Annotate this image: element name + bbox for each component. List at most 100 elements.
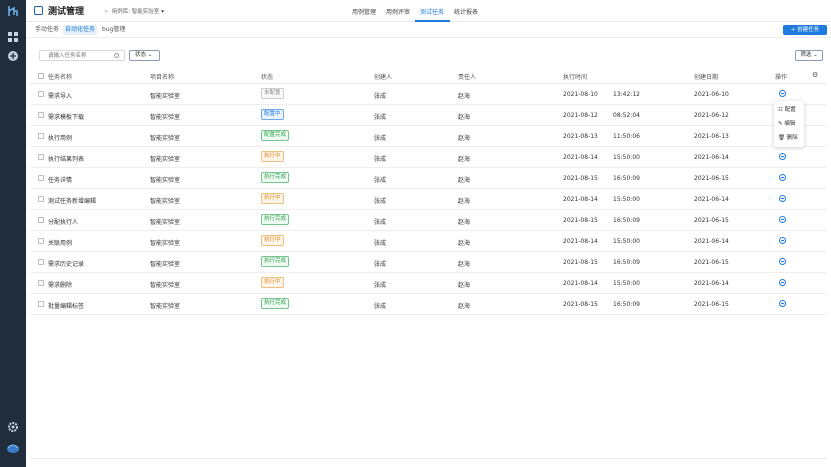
project-name: 智能实验室 (150, 240, 181, 247)
created-date: 2021-06-15 (694, 217, 729, 224)
column-header: 状态 (261, 74, 274, 81)
column-header: 操作 (775, 74, 788, 81)
status-badge: 未配置 (261, 88, 284, 99)
status-badge: 执行中 (261, 277, 284, 288)
owner: 赵海 (458, 135, 471, 142)
tab-statistics[interactable]: 统计报表 (454, 7, 478, 16)
exec-time: 15:50:00 (613, 154, 640, 161)
sub-tab-automation[interactable]: 自动化任务 (63, 25, 98, 35)
status-badge: 执行中 (261, 151, 284, 162)
sub-tab-manual[interactable]: 手动任务 (33, 25, 61, 35)
tab-case-review[interactable]: 用例评审 (386, 7, 410, 16)
exec-date: 2021-08-14 (563, 154, 598, 161)
app-logo-icon[interactable] (6, 4, 20, 18)
menu-item-configure[interactable]: ☷ 配置 (778, 105, 796, 115)
column-settings-gear-icon[interactable]: ⚙ (812, 71, 818, 79)
column-header: 项目名称 (150, 74, 175, 81)
table-row[interactable]: 需求模板下载 智能实验室 张成 赵海 2021-06-12 配置中 2021-08-12 08… (30, 105, 827, 126)
add-circle-icon[interactable] (7, 50, 19, 62)
table-row[interactable]: 关联用例 智能实验室 张成 赵海 2021-06-14 执行中 2021-08-14 15:5… (30, 231, 827, 252)
row-checkbox[interactable] (38, 280, 44, 286)
row-checkbox[interactable] (38, 217, 44, 223)
row-checkbox[interactable] (38, 112, 44, 118)
search-input[interactable] (39, 50, 125, 61)
column-header: 创建人 (374, 74, 393, 81)
tab-case-management[interactable]: 用例管理 (352, 7, 376, 16)
table-row[interactable]: 执行用例 智能实验室 张成 赵海 2021-06-13 配置完成 2021-08-13 11:… (30, 126, 827, 147)
exec-time: 16:50:09 (613, 217, 640, 224)
created-date: 2021-06-15 (694, 175, 729, 182)
more-actions-icon[interactable] (779, 216, 786, 223)
caret-down-icon[interactable]: ▾ (161, 9, 164, 15)
create-task-button[interactable]: + 创建任务 (783, 25, 827, 35)
row-checkbox[interactable] (38, 91, 44, 97)
table-row[interactable]: 执行结果列表 智能实验室 张成 赵海 2021-06-14 执行中 2021-08-14 15… (30, 147, 827, 168)
table-row[interactable]: 分配执行人 智能实验室 张成 赵海 2021-06-15 执行完成 2021-08-15 16… (30, 210, 827, 231)
row-checkbox[interactable] (38, 259, 44, 265)
task-name: 任务详情 (48, 177, 73, 184)
row-checkbox[interactable] (38, 238, 44, 244)
task-name: 需求删除 (48, 282, 73, 289)
table-bottom-divider (30, 458, 827, 459)
status-filter-dropdown[interactable]: 状态 ⌄ (129, 50, 160, 61)
task-name: 执行用例 (48, 135, 73, 142)
more-actions-icon[interactable] (779, 90, 786, 97)
status-badge: 执行中 (261, 235, 284, 246)
top-bar: 测试管理 > 用例库: 智能实验室 ▾ 用例管理 用例评审 测试任务 统计报表 (26, 0, 831, 22)
more-actions-icon[interactable] (779, 195, 786, 202)
creator: 张成 (374, 114, 387, 121)
more-actions-icon[interactable] (779, 153, 786, 160)
avatar[interactable] (6, 442, 20, 454)
more-actions-icon[interactable] (779, 300, 786, 307)
menu-item-label: 编辑 (784, 121, 796, 127)
table-row[interactable]: 需求导入 智能实验室 张成 赵海 2021-06-10 未配置 2021-08-10 13:4… (30, 84, 827, 105)
exec-time: 15:50:00 (613, 238, 640, 245)
filter-button[interactable]: 筛选 ⌄ (795, 50, 823, 61)
breadcrumb-separator: > (104, 9, 109, 15)
project-name: 智能实验室 (150, 261, 181, 268)
status-badge: 配置完成 (261, 130, 290, 141)
table-row[interactable]: 需求删除 智能实验室 张成 赵海 2021-06-14 执行中 2021-08-14 15:5… (30, 273, 827, 294)
exec-date: 2021-08-14 (563, 280, 598, 287)
task-name: 批量编辑标签 (48, 303, 85, 310)
more-actions-icon[interactable] (779, 174, 786, 181)
task-name: 需求导入 (48, 93, 73, 100)
row-checkbox[interactable] (38, 133, 44, 139)
created-date: 2021-06-10 (694, 91, 729, 98)
breadcrumb[interactable]: > 用例库: 智能实验室 ▾ (104, 7, 164, 15)
row-checkbox[interactable] (38, 154, 44, 160)
select-all-checkbox[interactable] (38, 73, 44, 79)
row-checkbox[interactable] (38, 301, 44, 307)
more-actions-icon[interactable] (779, 279, 786, 286)
table-row[interactable]: 批量编辑标签 智能实验室 张成 赵海 2021-06-15 执行完成 2021-08-15 1… (30, 294, 827, 315)
tab-test-tasks[interactable]: 测试任务 (420, 7, 444, 16)
creator: 张成 (374, 282, 387, 289)
owner: 赵海 (458, 93, 471, 100)
creator: 张成 (374, 198, 387, 205)
row-checkbox[interactable] (38, 175, 44, 181)
table-row[interactable]: 需求历史记录 智能实验室 张成 赵海 2021-06-15 执行完成 2021-08-15 1… (30, 252, 827, 273)
menu-item-label: 删除 (786, 135, 798, 141)
sub-tab-bug[interactable]: bug管理 (100, 25, 127, 35)
owner: 赵海 (458, 282, 471, 289)
menu-item-edit[interactable]: ✎ 编辑 (778, 119, 795, 129)
more-actions-icon[interactable] (779, 237, 786, 244)
row-checkbox[interactable] (38, 196, 44, 202)
table-row[interactable]: 测试任务新增编辑 智能实验室 张成 赵海 2021-06-14 执行中 2021-08-14… (30, 189, 827, 210)
search-icon[interactable] (114, 53, 119, 58)
column-header: 责任人 (458, 74, 477, 81)
owner: 赵海 (458, 261, 471, 268)
owner: 赵海 (458, 156, 471, 163)
breadcrumb-project[interactable]: 智能实验室 (132, 9, 160, 15)
grid-icon[interactable] (7, 31, 19, 43)
task-name: 需求历史记录 (48, 261, 85, 268)
exec-date: 2021-08-15 (563, 217, 598, 224)
menu-item-delete[interactable]: 🗑 删除 (778, 133, 798, 143)
sub-tab-bar: 手动任务 自动化任务 bug管理 + 创建任务 (26, 22, 831, 38)
more-actions-icon[interactable] (779, 258, 786, 265)
chevron-down-icon: ⌄ (813, 52, 818, 58)
creator: 张成 (374, 261, 387, 268)
settings-gear-icon[interactable] (7, 421, 19, 433)
table-row[interactable]: 任务详情 智能实验室 张成 赵海 2021-06-15 执行完成 2021-08-15 16:… (30, 168, 827, 189)
exec-date: 2021-08-15 (563, 259, 598, 266)
